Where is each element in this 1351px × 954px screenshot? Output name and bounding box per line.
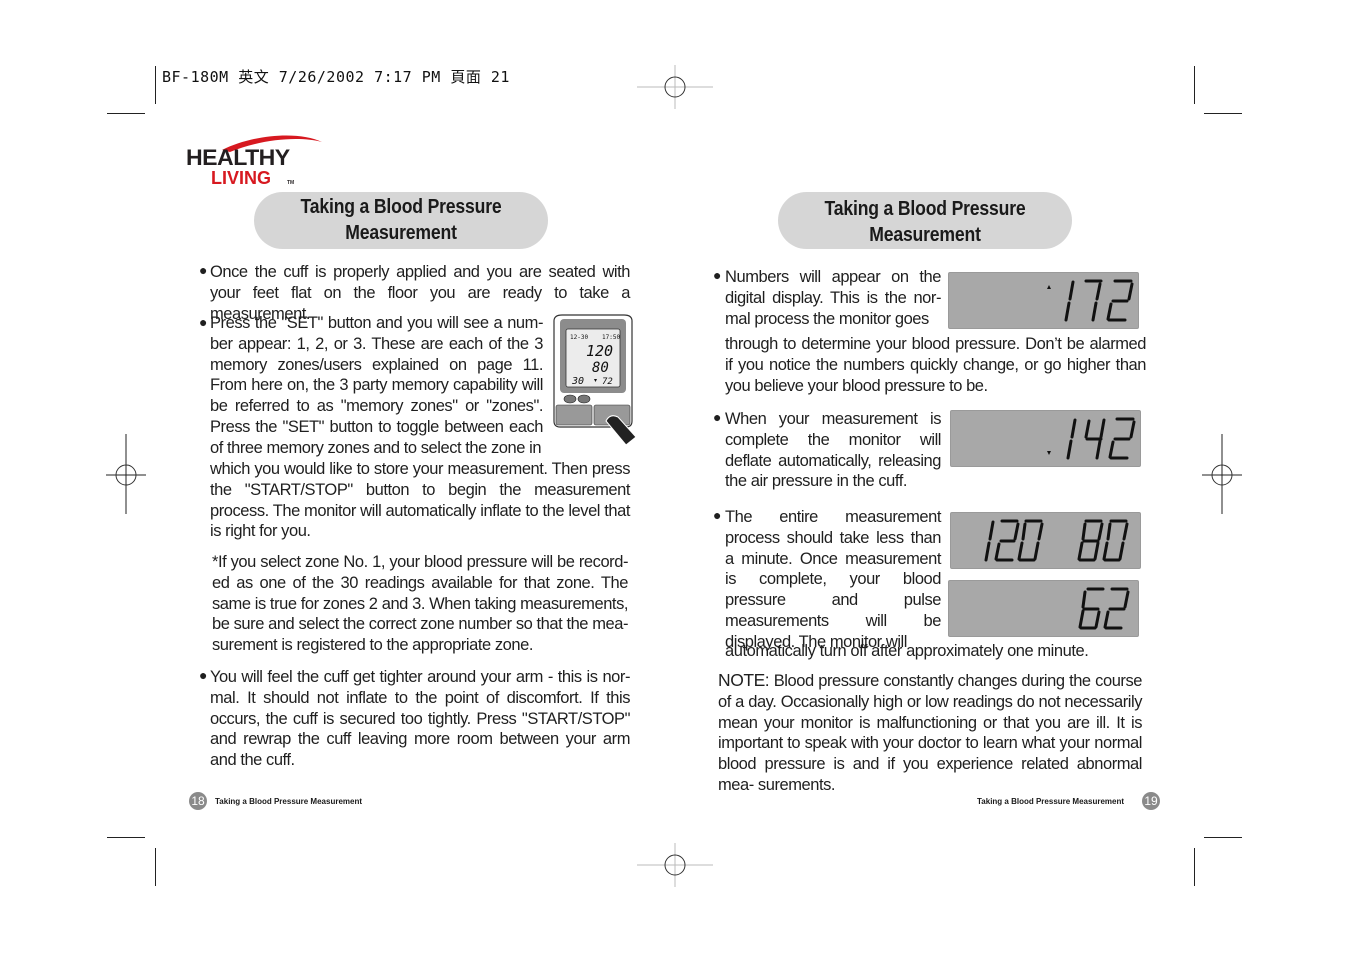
footer-label-right: Taking a Blood Pressure Measurement xyxy=(977,797,1125,806)
page-number-left: 18 xyxy=(189,792,207,810)
bullet-icon: ● xyxy=(713,267,722,283)
brand-living: LIVING xyxy=(211,168,272,188)
svg-text:30: 30 xyxy=(571,376,584,387)
right-bullet-1-continued: through to determine your blood pressure… xyxy=(725,335,1146,395)
lcd-reading-142 xyxy=(1047,417,1136,460)
bullet-icon: ● xyxy=(199,262,208,278)
up-arrow-icon xyxy=(1047,285,1051,289)
lcd-reading-62 xyxy=(1078,587,1130,630)
crop-mark xyxy=(107,113,145,114)
note-text: Blood pressure constantly changes during… xyxy=(718,672,1142,794)
crop-mark xyxy=(155,848,156,886)
bullet-icon: ● xyxy=(713,409,722,425)
lcd-reading-120-80 xyxy=(984,519,1129,562)
left-bullet-2-continued: which you would like to store your measu… xyxy=(210,460,630,541)
right-bullet-1: Numbers will appear on the digital displ… xyxy=(725,268,941,328)
right-bullet-2: When your measurement is complete the mo… xyxy=(725,410,941,491)
crop-mark xyxy=(155,66,156,104)
monitor-device-icon: 12-30 17:50 120 80 30 72 xyxy=(553,314,637,446)
registration-mark-icon xyxy=(106,434,146,514)
crop-mark xyxy=(1204,113,1242,114)
right-bullet-3-continued: automatically turn off after approximate… xyxy=(725,642,1089,660)
title-line-1: Taking a Blood Pressure xyxy=(300,196,502,218)
printer-slug: BF-180M 英文 7/26/2002 7:17 PM 頁面 21 xyxy=(162,68,510,86)
svg-text:120: 120 xyxy=(586,342,613,360)
svg-text:80: 80 xyxy=(592,360,609,376)
left-page-title: Taking a Blood Pressure Measurement xyxy=(254,192,548,249)
crop-mark xyxy=(1194,66,1195,104)
note-label: NOTE: xyxy=(718,670,770,690)
blood-pressure-monitor-illustration: 12-30 17:50 120 80 30 72 xyxy=(550,313,637,446)
down-arrow-icon xyxy=(1047,451,1051,455)
lcd-display-result xyxy=(950,512,1141,569)
zone-note: *If you select zone No. 1, your blood pr… xyxy=(212,553,628,655)
lcd-display-deflating xyxy=(950,410,1141,467)
svg-text:12-30: 12-30 xyxy=(570,334,588,341)
note-paragraph: NOTE: Blood pressure constantly changes … xyxy=(718,670,1142,796)
svg-text:17:50: 17:50 xyxy=(602,334,620,341)
svg-text:72: 72 xyxy=(602,377,613,387)
lcd-display-inflating xyxy=(948,272,1139,329)
bullet-icon: ● xyxy=(713,507,722,523)
left-bullet-3: You will feel the cuff get tighter aroun… xyxy=(210,668,630,770)
left-bullet-2: Press the "SET" button and you will see … xyxy=(210,314,543,457)
bullet-icon: ● xyxy=(199,314,208,330)
lcd-display-pulse xyxy=(948,580,1139,637)
right-page-title: Taking a Blood Pressure Measurement xyxy=(778,192,1072,249)
healthy-living-logo: HEALTHY LIVING TM xyxy=(184,132,329,194)
page-number-right: 19 xyxy=(1142,792,1160,810)
title-line-1: Taking a Blood Pressure xyxy=(824,198,1026,220)
footer-label-left: Taking a Blood Pressure Measurement xyxy=(215,797,363,806)
lcd-reading-172 xyxy=(1047,279,1134,322)
trademark: TM xyxy=(287,180,295,186)
crop-mark xyxy=(1204,837,1242,838)
crop-mark xyxy=(1194,848,1195,886)
registration-mark-icon xyxy=(637,65,713,109)
right-bullet-3: The entire measurement process should ta… xyxy=(725,508,941,651)
registration-mark-icon xyxy=(1202,434,1242,514)
title-line-2: Measurement xyxy=(345,222,457,244)
registration-mark-icon xyxy=(637,843,713,887)
title-line-2: Measurement xyxy=(869,224,981,246)
bullet-icon: ● xyxy=(199,667,208,683)
crop-mark xyxy=(107,837,145,838)
